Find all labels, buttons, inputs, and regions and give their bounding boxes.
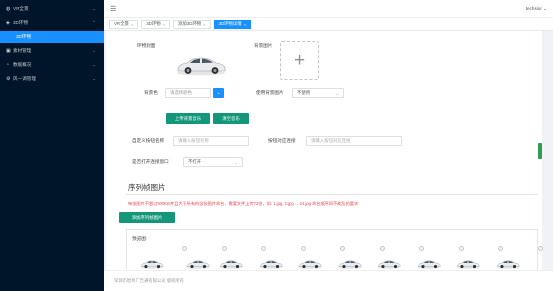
frame-thumbnail[interactable]: [416, 257, 442, 270]
chart-icon: ◔: [6, 62, 10, 68]
folder-icon: ▣: [6, 48, 11, 54]
close-icon[interactable]: ×: [203, 22, 205, 27]
tab-3d[interactable]: 3D环物 ×: [141, 19, 170, 29]
bg-image-upload[interactable]: +: [280, 41, 319, 80]
frame-thumbnail[interactable]: [455, 257, 481, 270]
sidebar-item-label: 3D环物: [13, 20, 29, 25]
add-frames-button[interactable]: 添加序列帧图片: [119, 212, 175, 223]
section-divider: [126, 194, 538, 195]
frame-select-radio[interactable]: [300, 246, 306, 251]
frame-select-radio[interactable]: [498, 246, 503, 251]
open-new-window-select[interactable]: 不打开 ⌄: [183, 157, 243, 167]
sidebar-item-3d[interactable]: ◈ 3D环物 ⌃: [0, 16, 104, 30]
frame-thumbnail[interactable]: [297, 257, 323, 270]
frame-select-radio[interactable]: [537, 246, 543, 251]
bg-color-placeholder: 请选择颜色: [170, 90, 192, 95]
sidebar-item-data[interactable]: ◔ 数据概况 ⌄: [0, 58, 104, 72]
frame-thumbnail[interactable]: [495, 257, 521, 270]
frame-thumbnail[interactable]: [185, 257, 211, 270]
preview-label: 预览图:: [132, 236, 148, 241]
button-link-label: 按钮对应连接: [268, 138, 296, 143]
plus-icon: +: [293, 49, 306, 71]
button-link-placeholder: 请输入按钮对应连接: [311, 138, 351, 143]
sidebar-item-label: 风一调管理: [13, 76, 36, 81]
use-bg-label: 使用背景图片: [256, 90, 284, 95]
tab-label: 3D环物: [146, 21, 161, 26]
frame-thumbnail[interactable]: [139, 257, 165, 270]
close-icon[interactable]: ×: [163, 22, 165, 27]
button-link-input[interactable]: 请输入按钮对应连接: [306, 136, 402, 146]
hamburger-menu-icon[interactable]: ☰: [110, 5, 116, 13]
chevron-down-icon: ⌄: [92, 6, 96, 11]
tab-bar: VR全景 × 3D环物 × 添加3D环物 × 3D环物详情 ×: [104, 17, 553, 31]
chevron-down-icon: ⌄: [92, 62, 96, 67]
chevron-down-icon: ⌄: [543, 5, 547, 11]
chevron-down-icon: ⌄: [92, 76, 96, 81]
sidebar-item-label: 素材管理: [13, 48, 32, 53]
tab-add-3d[interactable]: 添加3D环物 ×: [172, 19, 211, 29]
settings-icon: ⚙: [6, 76, 11, 82]
sidebar: ◍ VR全景 ⌄ ◈ 3D环物 ⌃ 3D环物 ▣ 素材管理 ⌄ ◔ 数据概况 ⌄…: [0, 0, 104, 291]
open-new-window-label: 是否打开连接窗口: [132, 159, 169, 164]
scrollbar-thumb[interactable]: [538, 143, 542, 159]
color-picker-button[interactable]: ⌄: [213, 88, 224, 98]
frames-warning-text: 每张图片不超过500KB并且大于所有的张张图片命名，需要文件上传72张，如: 1…: [128, 201, 359, 206]
footer-copyright: 深圳市智目广告通有限公司 版权所有: [114, 278, 184, 283]
bg-color-label: 背景色: [144, 90, 158, 95]
username: techsior: [525, 5, 542, 11]
chevron-up-icon: ⌃: [92, 20, 96, 25]
sidebar-item-materials[interactable]: ▣ 素材管理 ⌄: [0, 44, 104, 58]
custom-button-placeholder: 请输入按钮名称: [178, 138, 209, 143]
close-icon[interactable]: ×: [131, 22, 133, 27]
sidebar-item-label: VR全景: [13, 6, 29, 11]
frame-thumbnail[interactable]: [376, 257, 402, 270]
footer: 深圳市智目广告通有限公司 版权所有: [104, 270, 553, 291]
frame-thumbnail[interactable]: [258, 257, 284, 270]
main-content: 环物封面 背景图片 + 背景色 请选择颜色 ⌄ 使用背景图片 不使用 ⌄ 上传背…: [106, 31, 543, 291]
tab-label: 添加3D环物: [177, 21, 202, 26]
close-icon[interactable]: ×: [244, 22, 246, 27]
frame-select-radio[interactable]: [182, 246, 187, 251]
chevron-down-icon: ⌄: [335, 90, 339, 96]
tab-label: VR全景: [114, 21, 129, 26]
use-bg-select[interactable]: 不使用 ⌄: [292, 88, 344, 98]
use-bg-value: 不使用: [297, 90, 311, 95]
custom-button-label: 自定义按钮名称: [132, 138, 165, 143]
chevron-down-icon: ⌄: [92, 48, 96, 53]
custom-button-name-input[interactable]: 请输入按钮名称: [173, 136, 249, 146]
bg-color-picker[interactable]: 请选择颜色: [165, 88, 211, 98]
cover-car-image[interactable]: [173, 51, 229, 77]
sidebar-item-vr[interactable]: ◍ VR全景 ⌄: [0, 2, 104, 16]
chevron-down-icon: ⌄: [216, 90, 221, 96]
vr-globe-icon: ◍: [6, 6, 11, 12]
tab-label: 3D环物详情: [218, 21, 242, 26]
user-menu[interactable]: techsior ⌄: [526, 6, 547, 12]
frame-select-radio[interactable]: [340, 246, 345, 251]
bg-image-label: 背景图片: [254, 43, 273, 48]
frame-select-radio[interactable]: [221, 246, 227, 251]
clear-music-button[interactable]: 清空音乐: [213, 113, 249, 124]
cube-icon: ◈: [6, 20, 10, 26]
open-new-window-value: 不打开: [188, 159, 202, 164]
frame-select-radio[interactable]: [261, 246, 266, 251]
upload-music-button[interactable]: 上传背景音乐: [166, 113, 210, 124]
frame-select-radio[interactable]: [419, 246, 424, 251]
frame-thumbnail[interactable]: [337, 257, 363, 270]
frame-select-radio[interactable]: [379, 246, 385, 251]
frame-thumbnail[interactable]: [218, 257, 244, 270]
tab-vr[interactable]: VR全景 ×: [109, 19, 139, 29]
chevron-down-icon: ⌄: [234, 159, 238, 165]
top-bar: ☰ techsior ⌄: [104, 0, 553, 17]
tab-3d-detail[interactable]: 3D环物详情 ×: [213, 19, 252, 29]
frame-select-radio[interactable]: [458, 246, 464, 251]
sidebar-subitem-3d[interactable]: 3D环物: [0, 31, 104, 43]
sidebar-item-label: 数据概况: [13, 62, 32, 67]
cover-label: 环物封面: [137, 43, 156, 48]
frames-section-title: 序列帧图片: [128, 183, 166, 192]
sidebar-item-settings[interactable]: ⚙ 风一调管理 ⌄: [0, 72, 104, 86]
